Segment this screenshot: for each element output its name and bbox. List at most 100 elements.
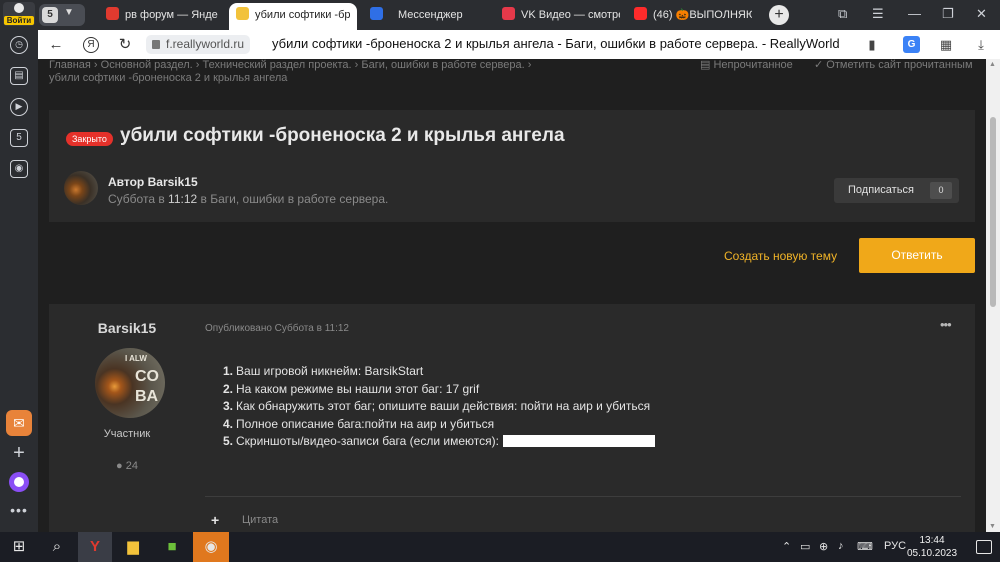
mail-app-icon[interactable]: ✉ xyxy=(6,410,32,436)
keyboard-icon[interactable]: ⌨ xyxy=(857,540,873,553)
tab-forum[interactable]: рв форум — Янде xyxy=(106,3,224,28)
new-topic-link[interactable]: Создать новую тему xyxy=(724,249,837,263)
unread-icon: ▤ xyxy=(700,59,711,71)
list-number: 4. xyxy=(223,416,234,431)
clock-time: 13:44 xyxy=(919,535,945,546)
breadcrumb-item[interactable]: Технический раздел проекта. xyxy=(202,59,351,71)
tab-messenger[interactable]: Мессенджер xyxy=(370,3,488,28)
user-icon xyxy=(14,3,24,13)
avatar-text: BA xyxy=(135,388,159,405)
search-icon[interactable]: ⌕ xyxy=(40,532,74,562)
restore-icon[interactable]: ❐ xyxy=(942,6,954,22)
clock[interactable]: 13:44 05.10.2023 xyxy=(907,534,957,560)
plus-icon[interactable]: + xyxy=(211,512,219,528)
tabs-overview-icon[interactable]: ⧉ xyxy=(838,6,847,22)
messenger-favicon-icon xyxy=(370,7,383,20)
topic-meta-forum[interactable]: в Баги, ошибки в работе сервера. xyxy=(197,192,389,206)
login-button[interactable]: Войти xyxy=(3,2,35,26)
new-tab-button[interactable]: + xyxy=(769,5,789,25)
tab-active-topic[interactable]: убили софтики -бр✕ xyxy=(229,3,357,30)
list-number: 5. xyxy=(223,434,234,448)
quote-button[interactable]: Цитата xyxy=(242,514,278,526)
post-count-value: 24 xyxy=(125,460,138,472)
volume-icon[interactable]: ♪ xyxy=(838,540,844,552)
tab-group-icon[interactable]: 5 xyxy=(10,129,28,147)
discord-icon[interactable]: ◉ xyxy=(193,532,229,562)
file-explorer-icon[interactable]: ▆ xyxy=(116,532,150,562)
history-icon[interactable]: ◷ xyxy=(10,36,28,54)
close-window-icon[interactable]: ✕ xyxy=(976,6,987,22)
list-text: Скриншоты/видео-записи бага (если имеютс… xyxy=(236,434,499,448)
windows-start-icon[interactable]: ⊞ xyxy=(2,532,36,562)
url-domain[interactable]: f.reallyworld.ru xyxy=(146,35,251,54)
tab-youtube[interactable]: (46) 🎃ВЫПОЛНЯЮ xyxy=(634,3,752,28)
back-icon[interactable]: ← xyxy=(46,35,66,55)
post-author-role: Участник xyxy=(103,428,151,440)
list-number: 3. xyxy=(223,399,234,413)
tab-vk-video[interactable]: VK Видео — смотре xyxy=(502,3,620,28)
reader-mode-icon[interactable]: ▦ xyxy=(937,36,955,54)
screenshot-icon[interactable]: ◉ xyxy=(10,160,28,178)
list-item: 3. Как обнаружить этот баг; опишите ваши … xyxy=(223,398,655,416)
check-icon: ✓ xyxy=(814,59,824,71)
breadcrumb-item[interactable]: Баги, ошибки в работе сервера. xyxy=(361,59,524,71)
url-domain-text: f.reallyworld.ru xyxy=(166,37,245,51)
post-author[interactable]: Barsik15 xyxy=(49,320,205,336)
list-text: Ваш игровой никнейм: BarsikStart xyxy=(236,364,424,378)
more-icon[interactable]: ••• xyxy=(6,502,32,522)
list-item: 1. Ваш игровой никнейм: BarsikStart xyxy=(223,363,655,381)
language-indicator[interactable]: РУС xyxy=(884,540,906,552)
subscribe-button[interactable]: Подписаться 0 xyxy=(834,178,959,203)
add-app-icon[interactable]: + xyxy=(6,440,32,466)
network-icon[interactable]: ⊕ xyxy=(819,540,828,553)
author-avatar[interactable] xyxy=(64,171,98,205)
reload-icon[interactable]: ↻ xyxy=(115,35,135,55)
tray-chevron-icon[interactable]: ⌃ xyxy=(782,540,791,553)
menu-icon[interactable]: ☰ xyxy=(872,6,884,22)
post-menu-icon[interactable]: ••• xyxy=(940,317,952,332)
bookmark-icon[interactable]: ▮ xyxy=(863,36,881,54)
address-bar: ← Я ↻ f.reallyworld.ru убили софтики -бр… xyxy=(38,30,1000,59)
minimize-icon[interactable]: — xyxy=(908,6,921,21)
mark-read-link[interactable]: ✓ Отметить сайт прочитанным xyxy=(814,59,973,71)
post-body: 1. Ваш игровой никнейм: BarsikStart 2. На … xyxy=(223,363,655,451)
reply-button[interactable]: Ответить xyxy=(859,238,975,273)
scrollbar[interactable]: ▲ ▼ xyxy=(986,59,1000,532)
yandex-browser-icon[interactable]: Y xyxy=(78,532,112,562)
collections-icon[interactable]: ▤ xyxy=(10,67,28,85)
unread-label: Непрочитанное xyxy=(713,59,793,71)
scrollbar-thumb[interactable] xyxy=(990,117,996,307)
tab-label: рв форум — Янде xyxy=(125,9,218,21)
post-author-avatar[interactable]: I ALW CO BA xyxy=(95,348,165,418)
post-count: ● 24 xyxy=(49,460,205,472)
list-text: Как обнаружить этот баг; опишите ваши де… xyxy=(236,399,651,413)
topic-author[interactable]: Автор Barsik15 xyxy=(108,175,198,189)
list-item: 4. Полное описание бага:пойти на аир и уб… xyxy=(223,416,655,434)
list-text: На каком режиме вы нашли этот баг: 17 gr… xyxy=(236,381,480,396)
yandex-logo-icon[interactable]: Я xyxy=(83,37,99,53)
list-number: 1. xyxy=(223,364,234,378)
alice-icon[interactable] xyxy=(9,472,29,492)
breadcrumb-item[interactable]: Основной раздел. xyxy=(101,59,193,71)
minecraft-icon[interactable]: ■ xyxy=(155,532,189,562)
scroll-down-icon[interactable]: ▼ xyxy=(989,523,996,530)
site-favicon-icon xyxy=(236,7,249,20)
tab-bar: 5 ▼ рв форум — Янде убили софтики -бр✕ М… xyxy=(38,0,1000,30)
list-text: Полное описание бага:пойти на аир и убит… xyxy=(236,416,495,431)
tab-label: VK Видео — смотре xyxy=(521,9,620,21)
post: Barsik15 I ALW CO BA Участник ● 24 Опубл… xyxy=(49,304,975,532)
list-item: 5. Скриншоты/видео-записи бага (если имею… xyxy=(223,433,655,451)
translate-icon[interactable]: G xyxy=(903,36,920,53)
tab-label: Мессенджер xyxy=(398,9,463,21)
page-title-in-address[interactable]: убили софтики -броненоска 2 и крылья анг… xyxy=(272,36,840,51)
battery-icon[interactable]: ▭ xyxy=(800,540,810,553)
download-icon[interactable]: ⤓ xyxy=(972,36,990,54)
breadcrumb-item[interactable]: Главная xyxy=(49,59,91,71)
post-date[interactable]: Опубликовано Суббота в 11:12 xyxy=(205,323,349,334)
unread-link[interactable]: ▤ Непрочитанное xyxy=(700,59,793,71)
tab-group-button[interactable]: 5 ▼ xyxy=(39,4,85,26)
scroll-up-icon[interactable]: ▲ xyxy=(989,61,996,68)
notification-icon[interactable] xyxy=(976,540,992,554)
vk-video-favicon-icon xyxy=(502,7,515,20)
play-icon[interactable]: ▶ xyxy=(10,98,28,116)
